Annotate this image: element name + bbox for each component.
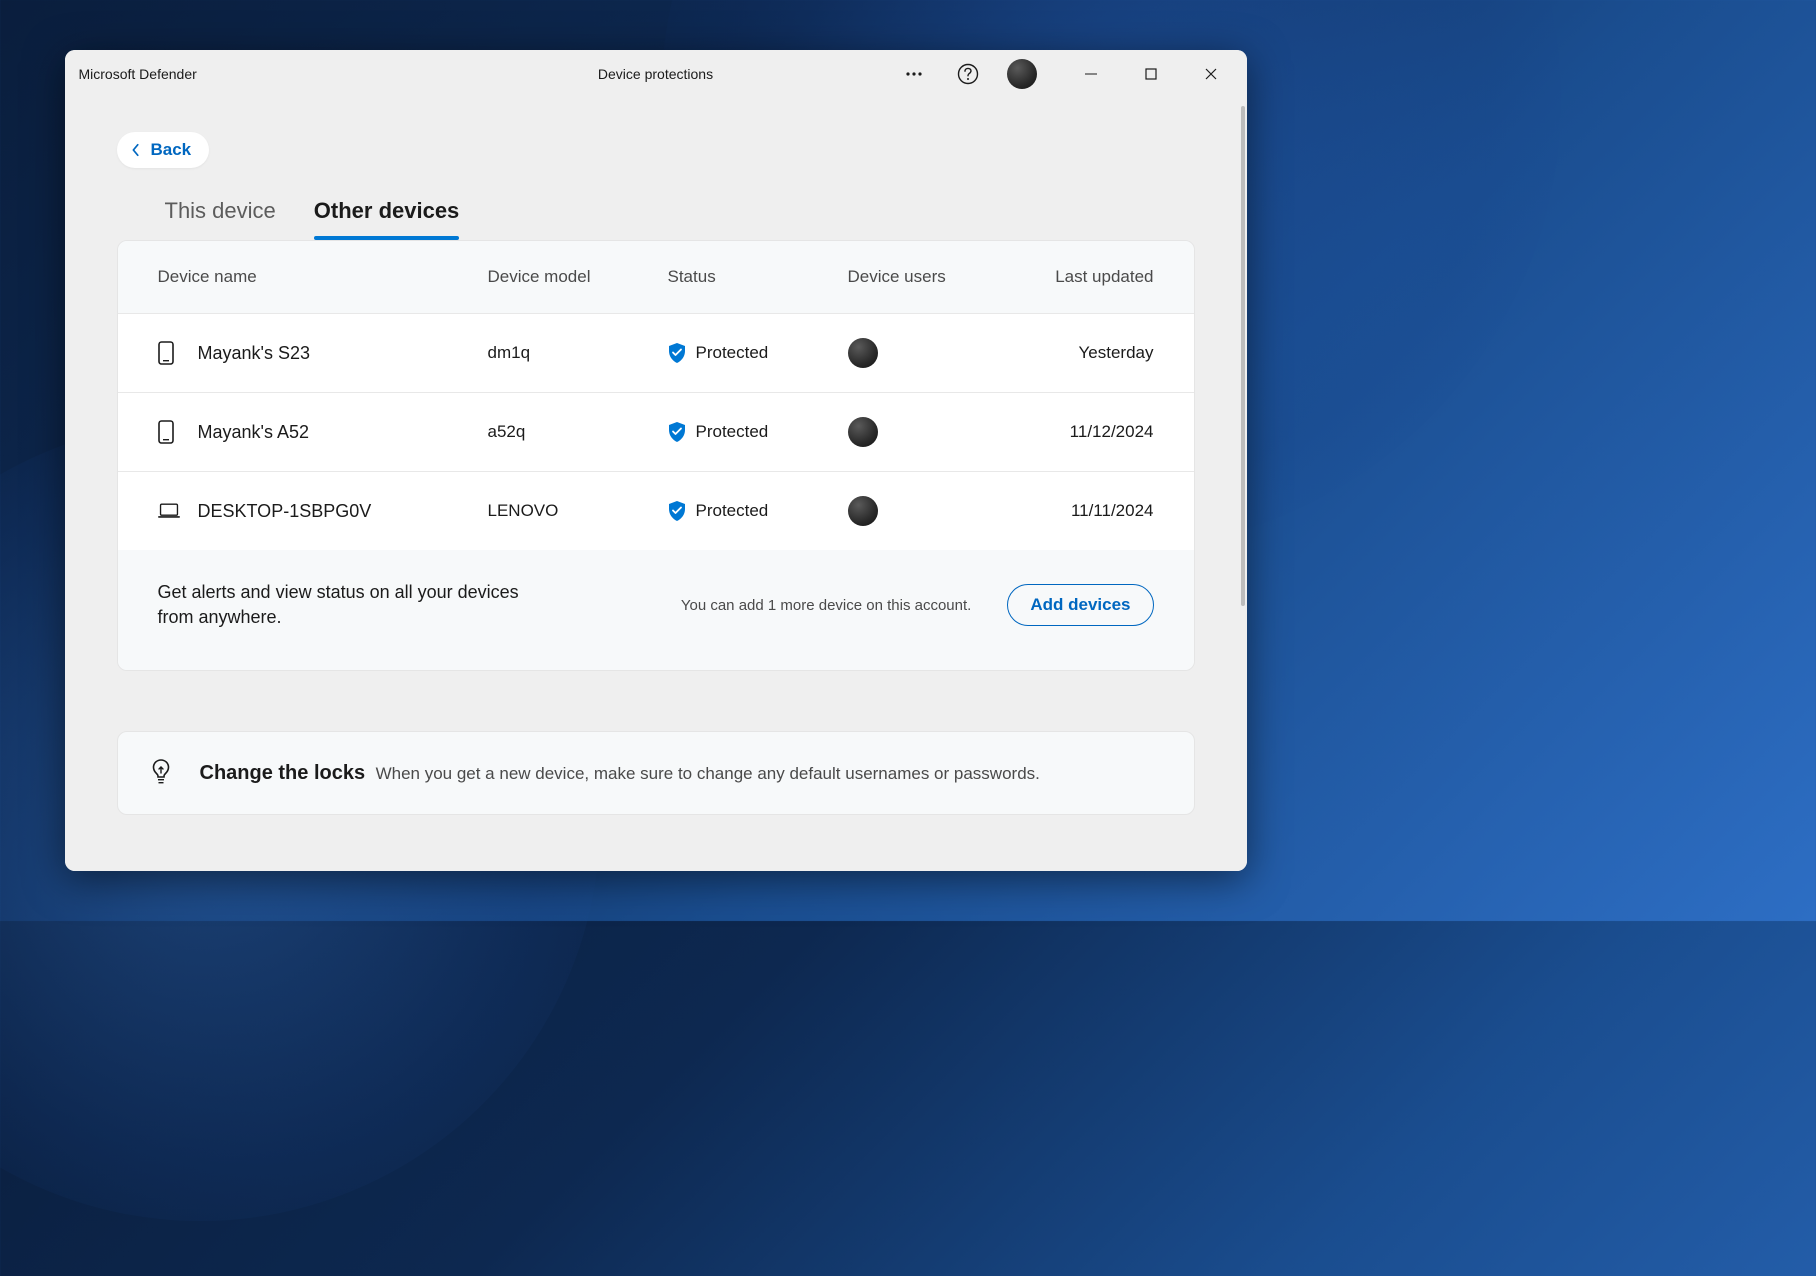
shield-check-icon (668, 343, 686, 363)
th-updated: Last updated (1028, 267, 1154, 287)
th-model: Device model (488, 267, 668, 287)
cell-device-name: DESKTOP-1SBPG0V (158, 498, 488, 524)
cell-status: Protected (668, 422, 848, 442)
cell-model: LENOVO (488, 501, 668, 521)
body-area: Back This device Other devices Device na… (65, 98, 1247, 871)
add-devices-button[interactable]: Add devices (1007, 584, 1153, 626)
app-title: Microsoft Defender (79, 66, 197, 82)
app-window: Microsoft Defender Device protections (65, 50, 1247, 871)
tip-title: Change the locks (200, 762, 366, 784)
help-icon (957, 63, 979, 85)
status-label: Protected (696, 343, 769, 363)
account-avatar[interactable] (1007, 59, 1037, 89)
cell-status: Protected (668, 343, 848, 363)
cell-users (848, 496, 1028, 526)
more-button[interactable] (899, 59, 929, 89)
chevron-left-icon (129, 143, 143, 157)
status-label: Protected (696, 422, 769, 442)
maximize-icon (1145, 68, 1157, 80)
lightbulb-icon (148, 758, 174, 788)
devices-card: Device name Device model Status Device u… (117, 240, 1195, 671)
tip-body: When you get a new device, make sure to … (376, 764, 1040, 783)
shield-check-icon (668, 501, 686, 521)
scrollbar[interactable] (1241, 106, 1245, 806)
laptop-icon (158, 498, 180, 524)
window-controls (1069, 59, 1233, 89)
back-label: Back (151, 140, 192, 160)
table-row[interactable]: Mayank's A52 a52q Protected 11/12/2024 (118, 393, 1194, 472)
card-footer: Get alerts and view status on all your d… (118, 550, 1194, 670)
shield-check-icon (668, 422, 686, 442)
table-row[interactable]: DESKTOP-1SBPG0V LENOVO Protected 11/11/2024 (118, 472, 1194, 550)
tip-card: Change the locks When you get a new devi… (117, 731, 1195, 815)
user-avatar (848, 417, 878, 447)
device-name-label: Mayank's A52 (198, 422, 310, 443)
cell-updated: 11/11/2024 (1028, 501, 1154, 521)
maximize-button[interactable] (1129, 59, 1173, 89)
window-title: Device protections (598, 66, 713, 82)
th-status: Status (668, 267, 848, 287)
table-row[interactable]: Mayank's S23 dm1q Protected Yesterday (118, 314, 1194, 393)
device-name-label: DESKTOP-1SBPG0V (198, 501, 372, 522)
cell-users (848, 417, 1028, 447)
phone-icon (158, 419, 180, 445)
cell-device-name: Mayank's A52 (158, 419, 488, 445)
minimize-icon (1085, 68, 1097, 80)
user-avatar (848, 496, 878, 526)
footer-left-text: Get alerts and view status on all your d… (158, 580, 538, 630)
close-button[interactable] (1189, 59, 1233, 89)
minimize-button[interactable] (1069, 59, 1113, 89)
ellipsis-icon (906, 72, 922, 76)
titlebar: Microsoft Defender Device protections (65, 50, 1247, 98)
back-button[interactable]: Back (117, 132, 210, 168)
tab-this-device[interactable]: This device (165, 198, 276, 238)
cell-model: a52q (488, 422, 668, 442)
tip-content: Change the locks When you get a new devi… (200, 762, 1040, 785)
cell-device-name: Mayank's S23 (158, 340, 488, 366)
tab-other-devices[interactable]: Other devices (314, 198, 460, 238)
help-button[interactable] (953, 59, 983, 89)
footer-mid-text: You can add 1 more device on this accoun… (681, 597, 971, 614)
th-name: Device name (158, 267, 488, 287)
cell-status: Protected (668, 501, 848, 521)
titlebar-right (899, 59, 1233, 89)
cell-updated: 11/12/2024 (1028, 422, 1154, 442)
status-label: Protected (696, 501, 769, 521)
user-avatar (848, 338, 878, 368)
cell-model: dm1q (488, 343, 668, 363)
phone-icon (158, 340, 180, 366)
th-users: Device users (848, 267, 1028, 287)
close-icon (1205, 68, 1217, 80)
tabs: This device Other devices (165, 198, 1195, 238)
device-name-label: Mayank's S23 (198, 343, 311, 364)
cell-updated: Yesterday (1028, 343, 1154, 363)
cell-users (848, 338, 1028, 368)
table-header: Device name Device model Status Device u… (118, 241, 1194, 314)
